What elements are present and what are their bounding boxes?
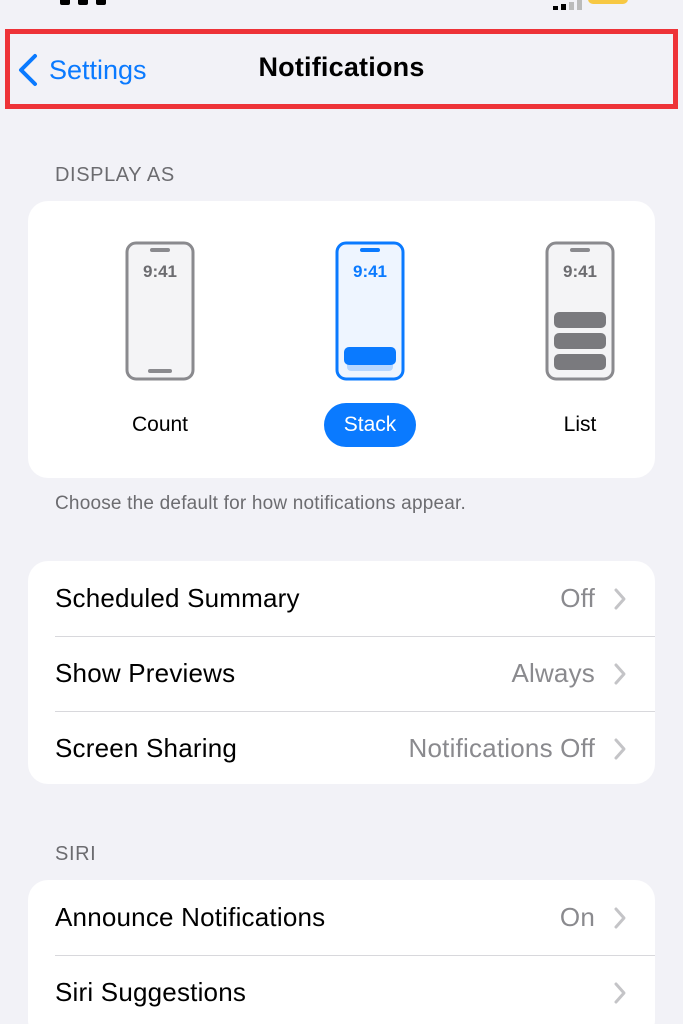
- row-siri-suggestions[interactable]: Siri Suggestions: [28, 955, 655, 1024]
- phone-stack-icon: 9:41: [335, 241, 405, 381]
- phone-list-icon: 9:41: [545, 241, 615, 381]
- chevron-right-icon: [614, 738, 626, 760]
- phone-count-icon: 9:41: [125, 241, 195, 381]
- chevron-right-icon: [614, 907, 626, 929]
- notification-preferences-group: Scheduled Summary Off Show Previews Alwa…: [28, 561, 655, 784]
- phone-count-time: 9:41: [143, 262, 177, 281]
- display-option-list[interactable]: 9:41 List: [520, 241, 640, 447]
- row-label: Screen Sharing: [55, 733, 238, 763]
- chevron-right-icon: [614, 663, 626, 685]
- row-value: Always: [511, 658, 595, 688]
- siri-group: Announce Notifications On Siri Suggestio…: [28, 880, 655, 1024]
- phone-stack-time: 9:41: [353, 262, 387, 281]
- notifications-settings-screen: Settings Notifications DISPLAY AS 9:41 C…: [0, 0, 683, 1024]
- row-value: Notifications Off: [408, 733, 595, 763]
- row-show-previews[interactable]: Show Previews Always: [28, 636, 655, 711]
- siri-header: SIRI: [55, 843, 97, 865]
- display-option-stack-label: Stack: [323, 403, 417, 447]
- display-as-card: 9:41 Count 9:41 Stack 9:41 List: [28, 201, 655, 478]
- row-label: Show Previews: [55, 658, 236, 688]
- row-value: On: [559, 902, 595, 932]
- row-label: Scheduled Summary: [55, 583, 300, 613]
- row-label: Announce Notifications: [55, 902, 326, 932]
- row-label: Siri Suggestions: [55, 977, 247, 1007]
- display-option-count-label: Count: [131, 413, 189, 436]
- display-as-footer: Choose the default for how notifications…: [55, 493, 466, 514]
- row-screen-sharing[interactable]: Screen Sharing Notifications Off: [28, 711, 655, 784]
- battery-icon: [588, 0, 628, 4]
- row-scheduled-summary[interactable]: Scheduled Summary Off: [28, 561, 655, 636]
- chevron-right-icon: [614, 982, 626, 1004]
- display-option-list-label: List: [563, 413, 597, 436]
- phone-list-time: 9:41: [563, 262, 597, 281]
- status-bar: [0, 0, 683, 14]
- row-announce-notifications[interactable]: Announce Notifications On: [28, 880, 655, 955]
- page-title: Notifications: [258, 52, 425, 82]
- chevron-right-icon: [614, 588, 626, 610]
- status-bar-left-icons: [60, 0, 150, 5]
- display-as-header: DISPLAY AS: [55, 164, 175, 186]
- display-option-stack[interactable]: 9:41 Stack: [310, 241, 430, 447]
- signal-icon: [553, 0, 593, 10]
- display-option-count[interactable]: 9:41 Count: [100, 241, 220, 447]
- navigation-bar: Settings Notifications: [5, 29, 678, 109]
- row-value: Off: [560, 583, 595, 613]
